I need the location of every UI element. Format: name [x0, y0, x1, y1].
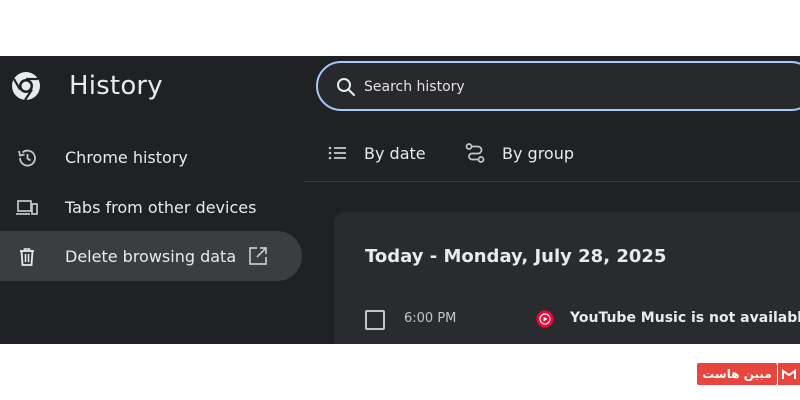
- devices-icon: [16, 200, 38, 215]
- history-icon: [18, 149, 36, 167]
- page-title: History: [69, 71, 163, 101]
- tab-label: By group: [502, 143, 574, 163]
- date-heading: Today - Monday, July 28, 2025: [365, 246, 667, 267]
- journeys-icon: [465, 143, 485, 163]
- sidebar-item-label: Chrome history: [65, 147, 188, 167]
- entry-time: 6:00 PM: [404, 311, 457, 326]
- search-icon: [337, 78, 355, 96]
- tab-by-group[interactable]: By group: [464, 138, 574, 168]
- tab-label: By date: [364, 143, 426, 163]
- youtube-music-icon: [536, 310, 554, 328]
- tabs-divider: [304, 181, 800, 182]
- entry-title-link[interactable]: YouTube Music is not available in y: [570, 310, 800, 326]
- history-card: Today - Monday, July 28, 2025 6:00 PM Yo…: [334, 212, 800, 344]
- open-in-new-icon: [249, 247, 267, 265]
- sidebar-item-tabs-from-other-devices[interactable]: Tabs from other devices: [0, 182, 302, 232]
- watermark-logo-icon: [778, 363, 800, 385]
- sidebar-item-delete-browsing-data[interactable]: Delete browsing data: [0, 231, 302, 281]
- sidebar-item-label: Delete browsing data: [65, 246, 237, 266]
- search-box[interactable]: [316, 61, 800, 111]
- history-page: History Chrome history Tabs from other d…: [0, 56, 800, 344]
- sidebar-item-label: Tabs from other devices: [65, 197, 257, 217]
- chrome-logo-icon: [12, 72, 40, 101]
- trash-icon: [20, 248, 34, 266]
- sidebar-item-chrome-history[interactable]: Chrome history: [0, 132, 302, 182]
- list-icon: [328, 146, 346, 160]
- tab-by-date[interactable]: By date: [326, 138, 426, 168]
- search-input[interactable]: [362, 63, 786, 111]
- watermark-badge: مبین هاست: [697, 363, 777, 385]
- entry-checkbox[interactable]: [365, 310, 385, 330]
